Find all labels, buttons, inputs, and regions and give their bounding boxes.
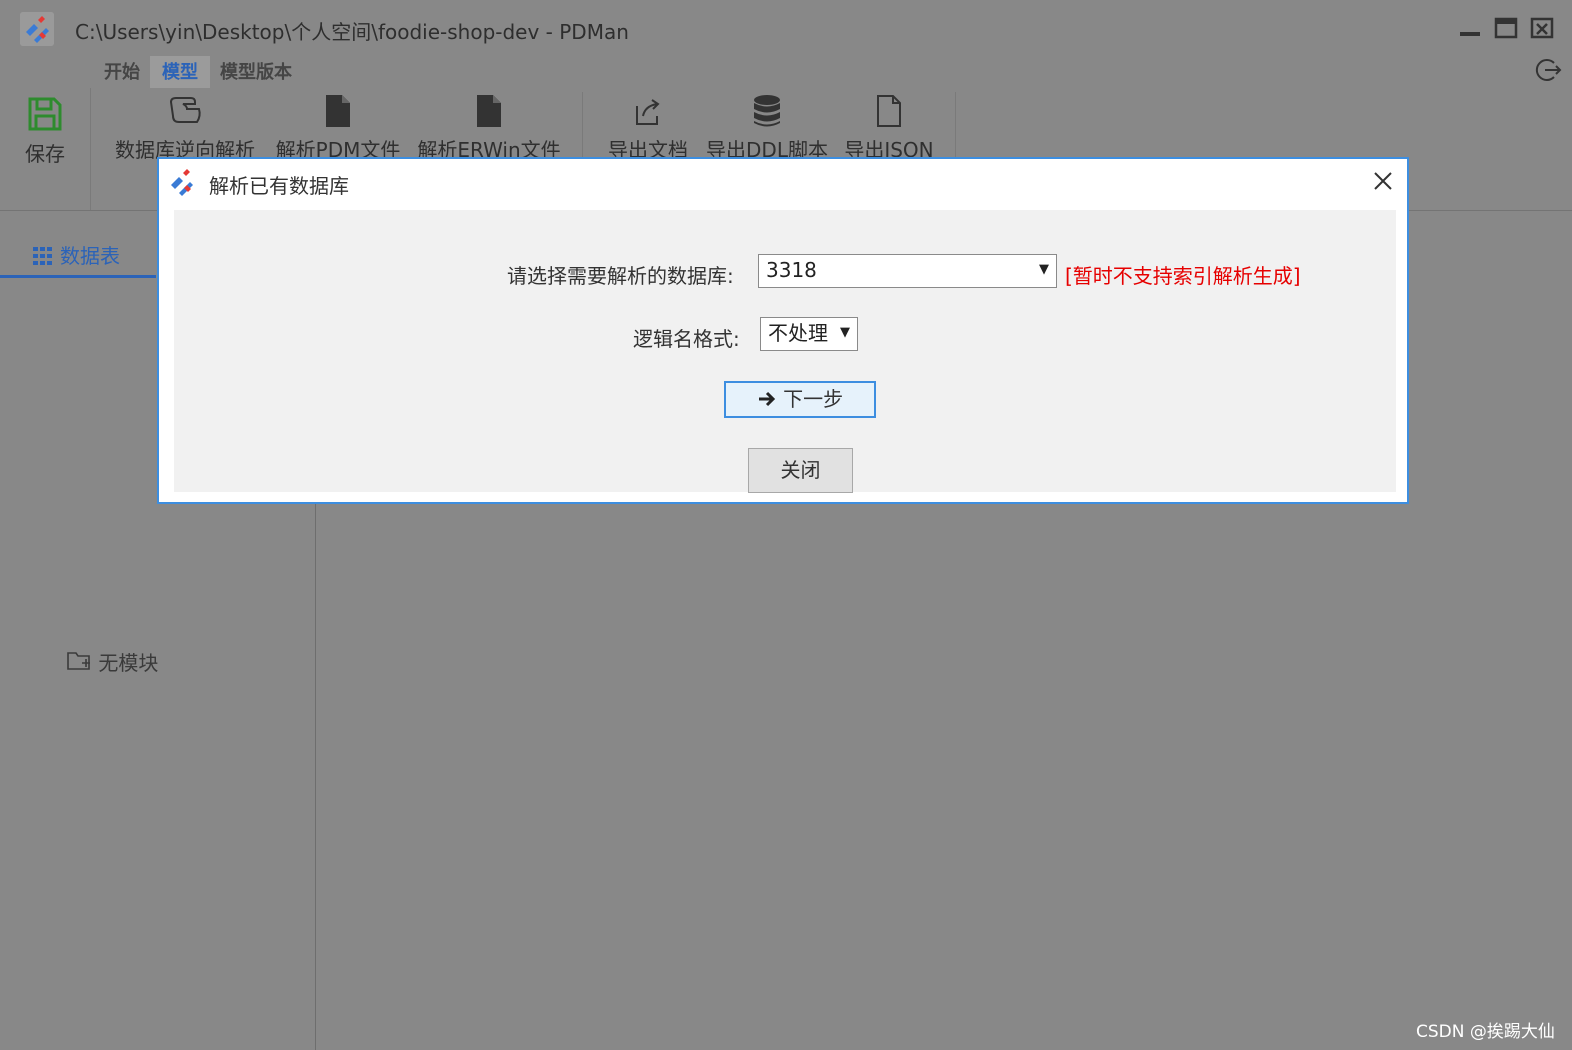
tab-data-tables[interactable]: 数据表	[0, 241, 156, 278]
save-button[interactable]: 保存	[20, 96, 70, 167]
folder-add-icon	[67, 652, 90, 670]
logic-name-format-select[interactable]: 不处理 ▼	[760, 317, 858, 351]
logic-name-format-label: 逻辑名格式:	[633, 327, 740, 351]
export-json-button[interactable]: 导出JSON	[842, 94, 936, 163]
tab-start[interactable]: 开始	[92, 56, 152, 90]
file-outline-icon	[877, 95, 901, 127]
database-select-label: 请选择需要解析的数据库:	[507, 264, 734, 288]
tab-data-tables-label: 数据表	[60, 244, 120, 268]
parse-pdm-button[interactable]: 解析PDM文件	[273, 94, 403, 163]
export-doc-button[interactable]: 导出文档	[604, 94, 692, 163]
dialog-close-icon[interactable]	[1371, 169, 1395, 193]
logout-icon[interactable]	[1534, 56, 1562, 84]
file-icon	[326, 95, 350, 127]
database-icon	[754, 95, 780, 127]
share-icon	[636, 99, 660, 125]
empty-module-hint[interactable]: 无模块	[66, 647, 158, 676]
database-select-value: 3318	[766, 258, 817, 282]
next-step-button[interactable]: 下一步	[724, 381, 876, 418]
hand-icon	[169, 97, 201, 123]
close-button[interactable]: 关闭	[748, 448, 853, 493]
grid-icon	[33, 247, 52, 265]
parse-erwin-button[interactable]: 解析ERWin文件	[416, 94, 562, 163]
export-ddl-button[interactable]: 导出DDL脚本	[704, 94, 830, 163]
dropdown-arrow-icon: ▼	[840, 325, 850, 340]
file-icon	[477, 95, 501, 127]
dialog-title: 解析已有数据库	[209, 174, 349, 198]
arrow-right-icon	[758, 391, 775, 407]
save-icon	[28, 97, 62, 131]
watermark: CSDN @挨踢大仙	[1416, 1022, 1555, 1042]
db-reverse-button[interactable]: 数据库逆向解析	[110, 94, 260, 163]
logic-name-format-value: 不处理	[768, 321, 828, 345]
window-title: C:\Users\yin\Desktop\个人空间\foodie-shop-de…	[75, 20, 629, 44]
maximize-icon[interactable]	[1494, 16, 1518, 40]
dropdown-arrow-icon: ▼	[1039, 262, 1049, 277]
save-label: 保存	[25, 142, 65, 166]
next-step-label: 下一步	[783, 387, 844, 411]
empty-module-label: 无模块	[98, 651, 159, 675]
parse-database-dialog: 解析已有数据库 请选择需要解析的数据库: 3318 ▼ [暂时不支持索引解析生成…	[157, 157, 1409, 504]
tab-model-version[interactable]: 模型版本	[208, 56, 304, 90]
warning-text: [暂时不支持索引解析生成]	[1065, 264, 1301, 288]
app-logo-icon	[171, 169, 193, 196]
dialog-body: 请选择需要解析的数据库: 3318 ▼ [暂时不支持索引解析生成] 逻辑名格式:…	[174, 210, 1396, 493]
tab-model[interactable]: 模型	[150, 56, 210, 90]
close-icon[interactable]	[1530, 16, 1554, 40]
title-bar: C:\Users\yin\Desktop\个人空间\foodie-shop-de…	[0, 0, 1572, 56]
save-group: 保存	[0, 88, 91, 210]
app-logo-icon	[20, 12, 54, 46]
minimize-icon[interactable]	[1458, 16, 1482, 40]
database-select[interactable]: 3318 ▼	[758, 254, 1057, 288]
